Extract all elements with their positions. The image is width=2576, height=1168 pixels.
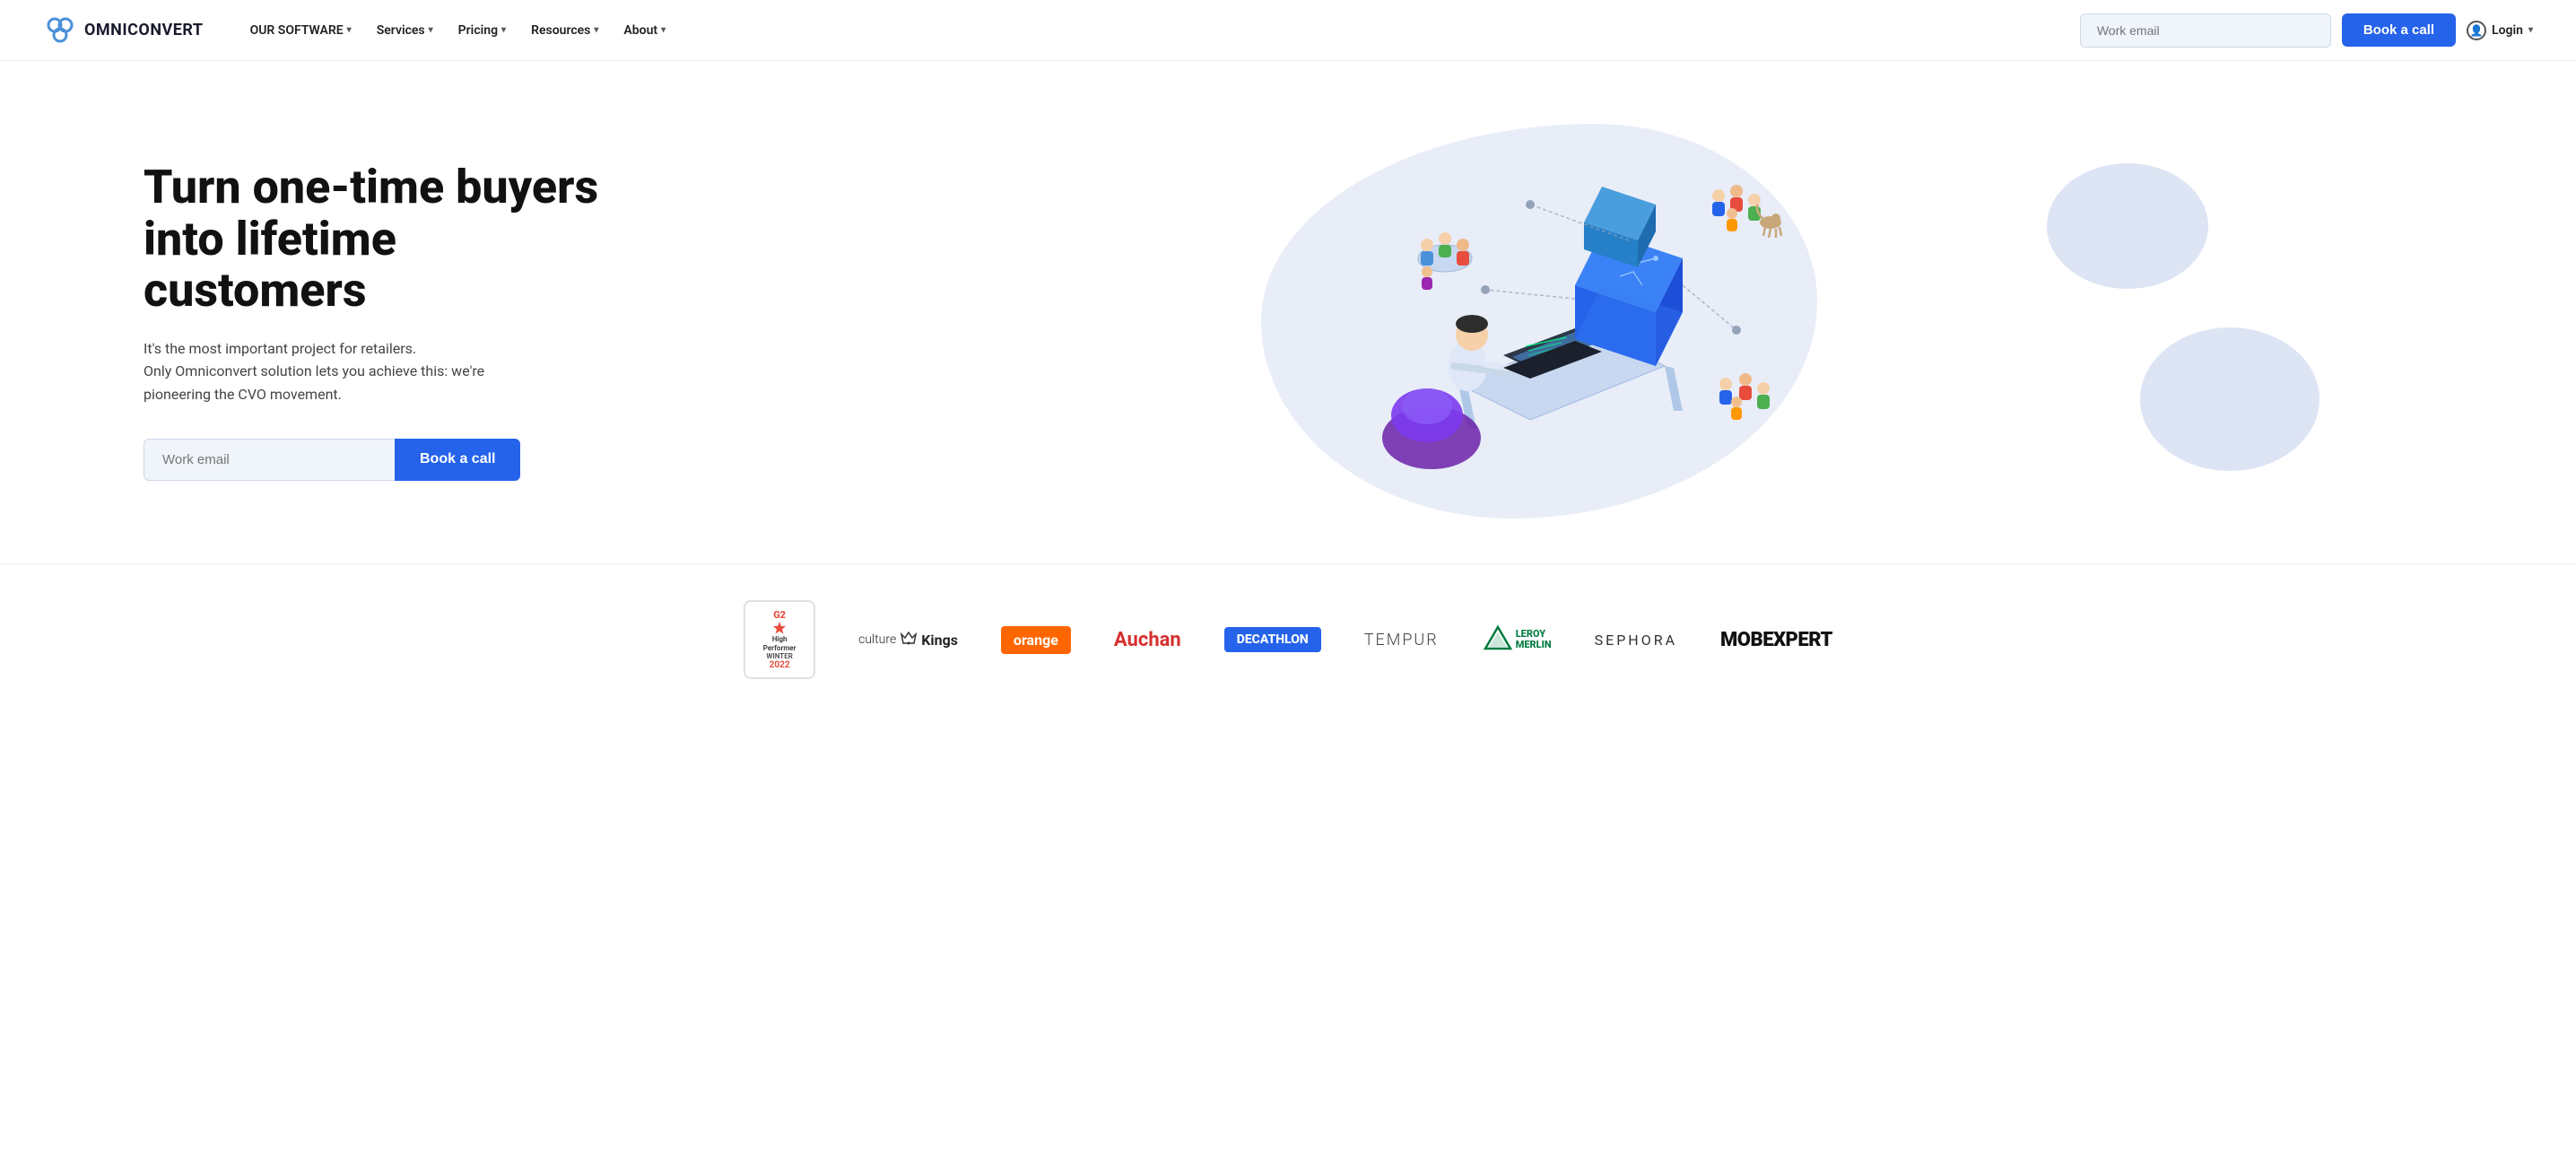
g2-label: G2 xyxy=(773,609,786,621)
logo-icon xyxy=(43,13,77,48)
mobexpert-logo: MOBEXPERT xyxy=(1720,629,1832,651)
leroy-merlin-icon xyxy=(1482,623,1514,656)
chevron-down-icon: ▾ xyxy=(2528,25,2533,35)
chevron-down-icon: ▾ xyxy=(661,25,666,35)
g2-star-icon xyxy=(772,621,787,635)
nav-right: Book a call 👤 Login ▾ xyxy=(2080,13,2533,48)
hero-illustration xyxy=(610,124,2468,519)
nav-links: OUR SOFTWARE ▾ Services ▾ Pricing ▾ Reso… xyxy=(239,16,2080,45)
chevron-down-icon: ▾ xyxy=(501,25,506,35)
hero-cta: Book a call xyxy=(144,439,610,481)
hero-left: Turn one-time buyers into lifetime custo… xyxy=(144,161,610,480)
hero-email-input[interactable] xyxy=(144,439,395,481)
nav-item-pricing[interactable]: Pricing ▾ xyxy=(448,16,517,45)
hero-section: Turn one-time buyers into lifetime custo… xyxy=(0,61,2576,563)
hero-subtitle: It's the most important project for reta… xyxy=(144,337,502,406)
hero-book-call-button[interactable]: Book a call xyxy=(395,439,520,481)
nav-item-about[interactable]: About ▾ xyxy=(613,16,676,45)
nav-item-software[interactable]: OUR SOFTWARE ▾ xyxy=(239,16,362,45)
login-button[interactable]: 👤 Login ▾ xyxy=(2467,21,2533,40)
auchan-logo: Auchan xyxy=(1114,629,1181,651)
badge-year: 2022 xyxy=(770,660,790,670)
tempur-logo: TEMPUR xyxy=(1364,631,1439,649)
hero-svg-illustration xyxy=(1279,133,1799,510)
navbar: OMNICONVERT OUR SOFTWARE ▾ Services ▾ Pr… xyxy=(0,0,2576,61)
logo-text: OMNICONVERT xyxy=(84,21,204,39)
culture-kings-crown-icon xyxy=(900,631,918,649)
nav-email-input[interactable] xyxy=(2080,13,2331,48)
g2-badge: G2 High Performer WINTER 2022 xyxy=(744,600,815,679)
logos-section: G2 High Performer WINTER 2022 culture Ki… xyxy=(0,563,2576,715)
blob-background-3 xyxy=(2140,327,2319,471)
chevron-down-icon: ▾ xyxy=(347,25,352,35)
culture-kings-logo: culture Kings xyxy=(858,631,958,649)
orange-logo: orange xyxy=(1001,626,1071,654)
nav-item-services[interactable]: Services ▾ xyxy=(366,16,444,45)
user-icon: 👤 xyxy=(2467,21,2486,40)
hero-title: Turn one-time buyers into lifetime custo… xyxy=(144,161,610,316)
blob-background-2 xyxy=(2047,163,2208,289)
nav-book-call-button[interactable]: Book a call xyxy=(2342,13,2456,47)
chevron-down-icon: ▾ xyxy=(594,25,598,35)
nav-item-resources[interactable]: Resources ▾ xyxy=(520,16,609,45)
high-performer-label: High Performer xyxy=(756,635,803,652)
logo-link[interactable]: OMNICONVERT xyxy=(43,13,204,48)
decathlon-logo: DECATHLON xyxy=(1224,627,1321,652)
chevron-down-icon: ▾ xyxy=(429,25,433,35)
sephora-logo: SEPHORA xyxy=(1595,632,1677,649)
leroy-merlin-logo: LEROY MERLIN xyxy=(1482,623,1552,656)
badge-season: WINTER xyxy=(766,652,792,660)
